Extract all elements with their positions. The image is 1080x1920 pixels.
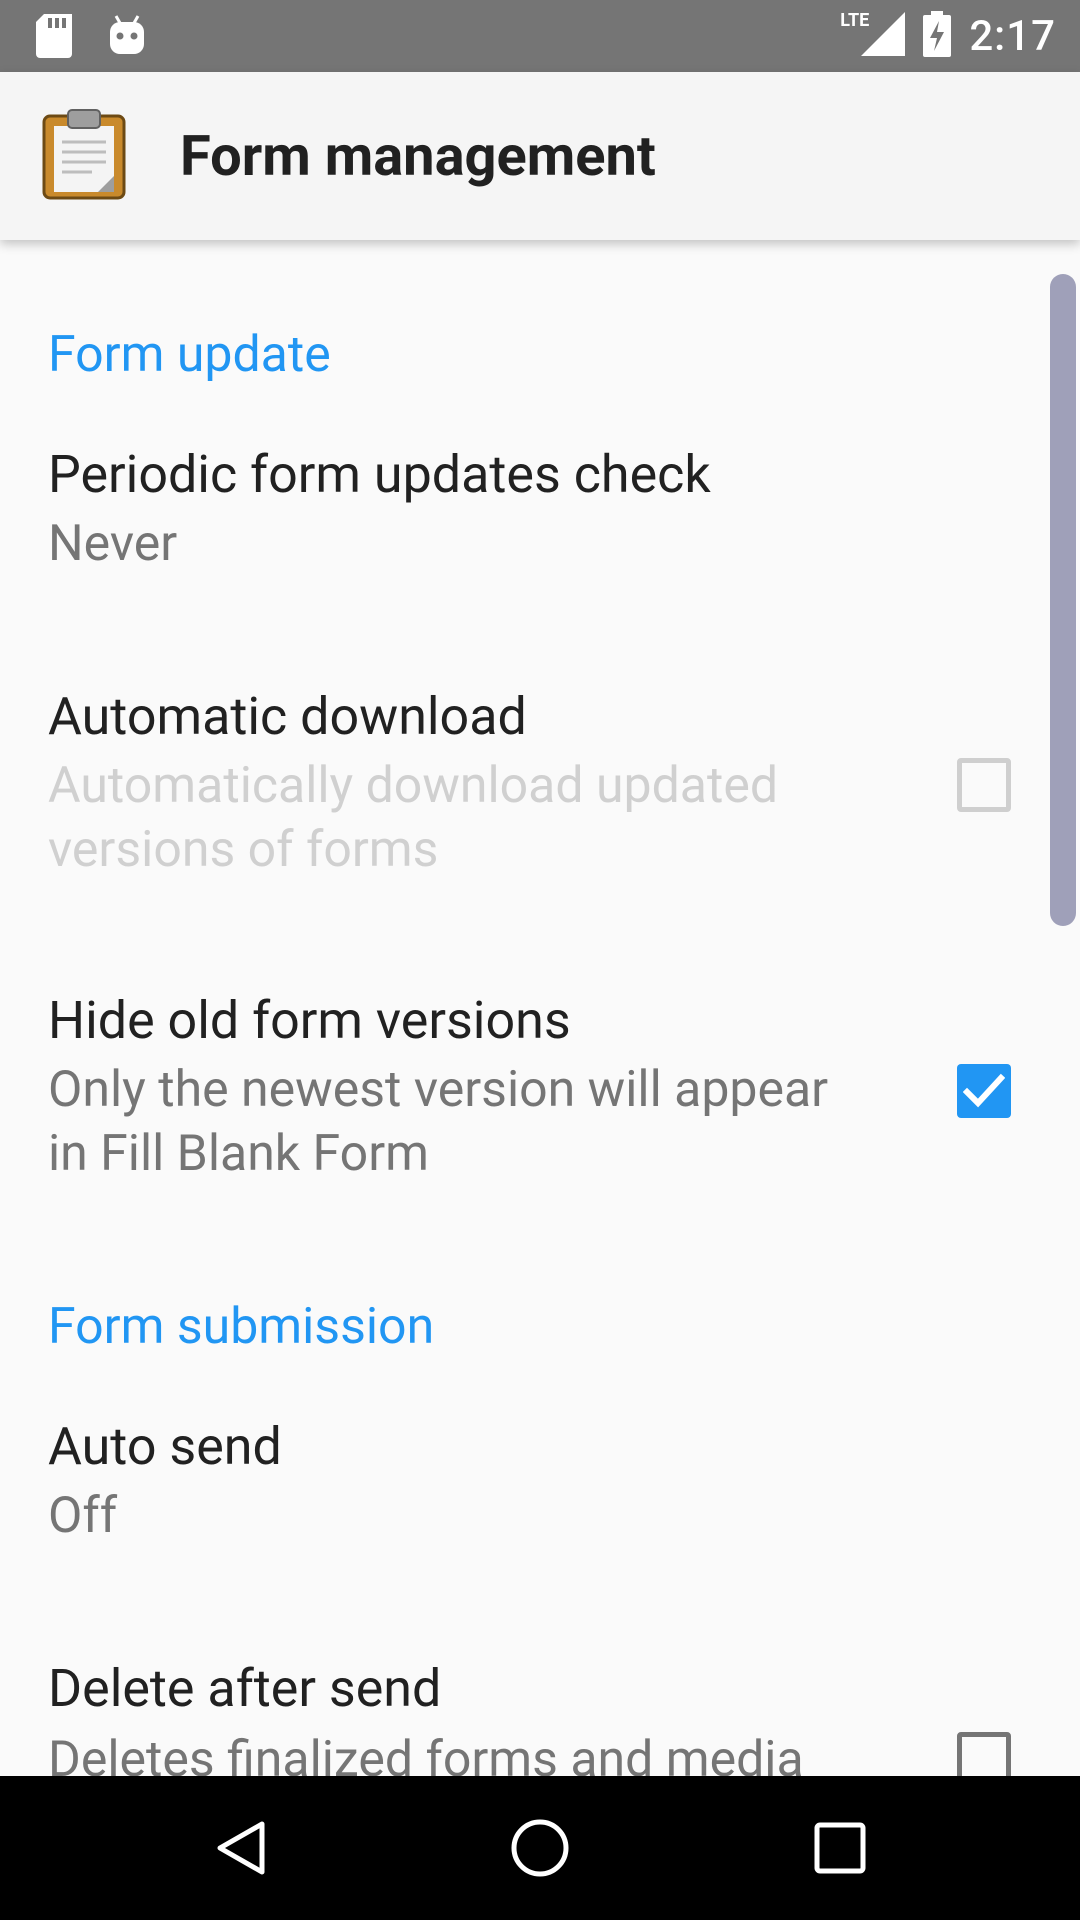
pref-title: Periodic form updates check <box>48 444 711 505</box>
status-bar: LTE 2:17 <box>0 0 1080 72</box>
hide-old-versions-checkbox[interactable] <box>957 1064 1011 1118</box>
app-bar: Form management <box>0 72 1080 240</box>
home-button[interactable] <box>504 1812 576 1884</box>
pref-summary: Never <box>48 515 178 573</box>
android-debug-icon <box>108 14 146 62</box>
navigation-bar <box>0 1776 1080 1920</box>
pref-title: Hide old form versions <box>48 990 571 1051</box>
category-form-update: Form update <box>48 326 331 384</box>
preferences-list[interactable]: Form update Periodic form updates check … <box>0 240 1080 1776</box>
network-type: LTE <box>840 9 870 31</box>
pref-summary: Only the newest version will appear in F… <box>48 1061 829 1183</box>
pref-summary: Automatically download updated versions … <box>48 757 779 879</box>
clipboard-icon <box>42 108 126 204</box>
battery-charging-icon <box>923 11 952 61</box>
home-icon <box>511 1819 569 1877</box>
pref-summary: Deletes finalized forms and media <box>48 1731 804 1776</box>
checkmark-icon <box>963 1073 1005 1108</box>
delete-after-send-checkbox[interactable] <box>957 1732 1011 1776</box>
recents-icon <box>814 1822 866 1874</box>
page-title: Form management <box>180 123 656 189</box>
pref-summary: Off <box>48 1487 118 1545</box>
clock: 2:17 <box>969 11 1056 61</box>
pref-title: Delete after send <box>48 1658 442 1719</box>
recents-button[interactable] <box>804 1812 876 1884</box>
pref-title: Auto send <box>48 1416 282 1477</box>
scrollbar-thumb[interactable] <box>1050 274 1076 926</box>
back-icon <box>217 1821 265 1875</box>
status-left-icons <box>36 14 146 62</box>
pref-title: Automatic download <box>48 686 527 747</box>
sd-card-icon <box>36 14 72 62</box>
category-form-submission: Form submission <box>48 1298 435 1356</box>
automatic-download-checkbox[interactable] <box>957 758 1011 812</box>
back-button[interactable] <box>204 1812 276 1884</box>
status-right: LTE 2:17 <box>840 0 1056 72</box>
